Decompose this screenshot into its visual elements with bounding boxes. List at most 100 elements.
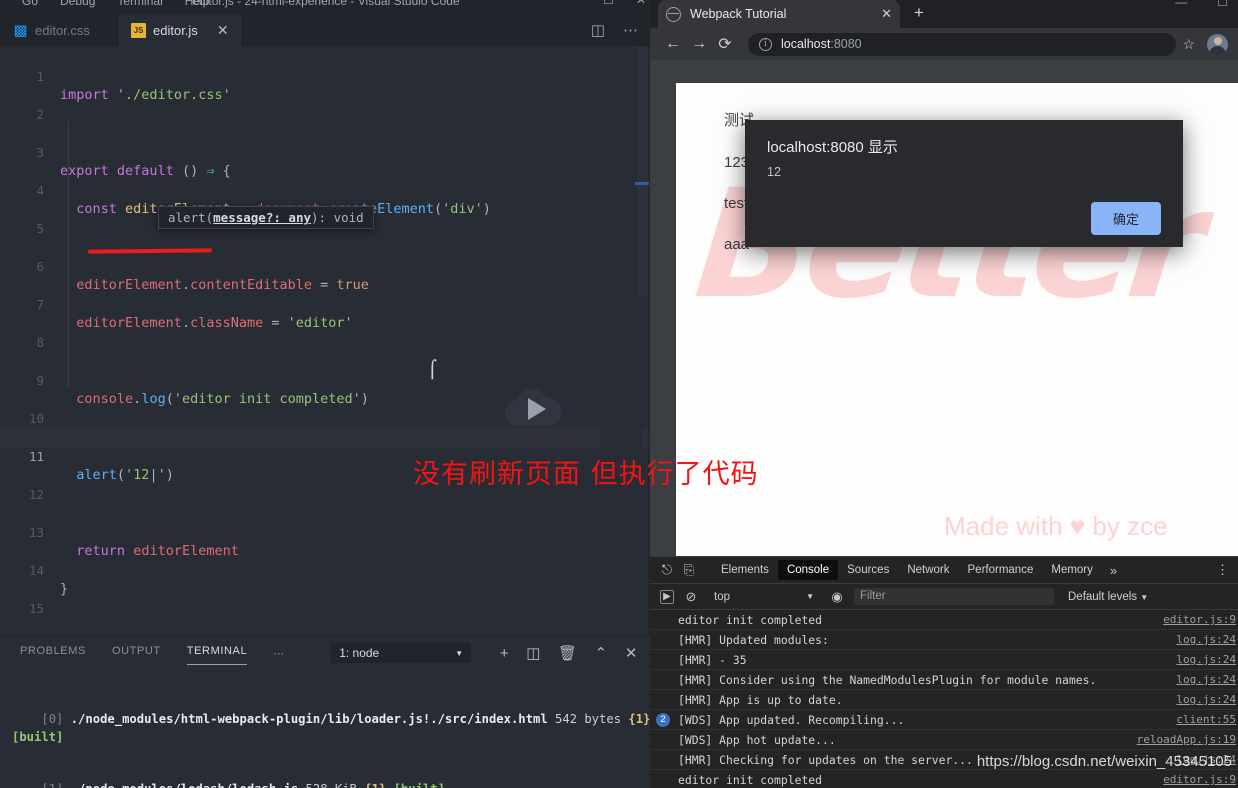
line-number: 6 xyxy=(36,259,44,274)
browser-tabstrip: Webpack Tutorial ✕ + — ☐ xyxy=(650,0,1238,28)
vscode-bottom-panel: PROBLEMS OUTPUT TERMINAL ⋯ 1: node ▼ + ◫… xyxy=(0,635,652,788)
blog-url-watermark: https://blog.csdn.net/weixin_45345105 xyxy=(976,753,1232,770)
console-message-row[interactable]: [HMR] Consider using the NamedModulesPlu… xyxy=(650,670,1238,690)
code-line: 8 xyxy=(0,314,652,350)
panel-tab-terminal[interactable]: TERMINAL xyxy=(186,645,248,665)
console-source-link[interactable]: log.js:24 xyxy=(1176,630,1236,650)
line-number: 9 xyxy=(36,373,44,388)
console-levels-value: Default levels xyxy=(1068,590,1138,603)
maximize-panel-icon[interactable]: ⌃ xyxy=(595,644,608,662)
forward-button[interactable]: → xyxy=(686,35,712,53)
cloud-play-overlay-icon[interactable] xyxy=(503,380,563,437)
line-number: 5 xyxy=(36,221,44,236)
live-expression-eye-icon[interactable]: ◉ xyxy=(826,589,848,605)
console-message-row[interactable]: [HMR] App is up to date. log.js:24 xyxy=(650,690,1238,710)
code-editor[interactable]: 1 import './editor.css' 2 3 export defau… xyxy=(0,46,652,635)
console-message-row[interactable]: editor init completed editor.js:9 xyxy=(650,770,1238,788)
console-source-link[interactable]: log.js:24 xyxy=(1176,670,1236,690)
devtools-menu-icon[interactable]: ⋮ xyxy=(1216,562,1238,578)
console-message-text: [WDS] App updated. Recompiling... xyxy=(678,713,905,727)
chrome-window: Webpack Tutorial ✕ + — ☐ ← → ⟳ i localhos… xyxy=(650,0,1238,788)
panel-actions: + ◫ 🗑 ⌃ ✕ xyxy=(500,644,652,663)
new-terminal-icon[interactable]: + xyxy=(500,645,509,662)
close-icon[interactable]: ✕ xyxy=(881,6,892,22)
editor-tab-label: editor.css xyxy=(35,22,90,38)
console-message-row[interactable]: [HMR] Updated modules: log.js:24 xyxy=(650,630,1238,650)
css-file-icon: ▩ xyxy=(13,21,28,39)
tooltip-suffix: ): void xyxy=(311,210,364,225)
minimize-icon[interactable]: — xyxy=(1175,0,1187,9)
editor-minimap[interactable] xyxy=(600,46,642,635)
more-tabs-icon[interactable]: » xyxy=(1102,563,1125,578)
code-area: 1 import './editor.css' 2 3 export defau… xyxy=(0,46,652,616)
console-message-row[interactable]: [WDS] App hot update... reloadApp.js:19 xyxy=(650,730,1238,750)
line-number: 2 xyxy=(36,107,44,122)
console-sidebar-toggle-icon[interactable]: ▶ xyxy=(660,589,674,604)
code-line: 1 import './editor.css' xyxy=(0,48,652,103)
close-panel-icon[interactable]: ✕ xyxy=(625,644,638,662)
panel-more-icon[interactable]: ⋯ xyxy=(273,647,286,660)
tooltip-param: message?: any xyxy=(213,210,311,225)
reload-button[interactable]: ⟳ xyxy=(712,34,738,54)
bookmark-star-icon[interactable]: ☆ xyxy=(1182,36,1195,53)
editor-tab-editor-css[interactable]: ▩ editor.css xyxy=(0,14,118,46)
tab-memory[interactable]: Memory xyxy=(1042,560,1102,580)
console-source-link[interactable]: log.js:24 xyxy=(1176,650,1236,670)
browser-window-controls[interactable]: — ☐ xyxy=(1145,0,1228,9)
site-info-icon[interactable]: i xyxy=(759,37,772,51)
browser-tab[interactable]: Webpack Tutorial ✕ xyxy=(658,0,900,28)
tab-sources[interactable]: Sources xyxy=(838,560,898,580)
split-editor-icon[interactable]: ◫ xyxy=(591,21,605,39)
terminal-output[interactable]: [0] ./node_modules/html-webpack-plugin/l… xyxy=(0,670,652,788)
alert-message: 12 xyxy=(767,165,781,179)
tab-console[interactable]: Console xyxy=(777,560,839,580)
more-actions-icon[interactable]: ⋯ xyxy=(623,21,638,39)
console-source-link[interactable]: client:55 xyxy=(1176,710,1236,730)
address-bar[interactable]: i localhost:8080 xyxy=(748,32,1177,56)
close-icon[interactable]: ✕ xyxy=(636,0,646,7)
vscode-window-controls[interactable]: ☐ ✕ xyxy=(581,0,646,7)
browser-toolbar: ← → ⟳ i localhost:8080 ☆ xyxy=(650,28,1238,60)
alert-ok-button[interactable]: 确定 xyxy=(1090,202,1161,235)
terminal-select[interactable]: 1: node ▼ xyxy=(331,643,472,663)
console-levels-selector[interactable]: Default levels ▼ xyxy=(1068,591,1148,603)
new-tab-button[interactable]: + xyxy=(908,3,930,23)
maximize-icon[interactable]: ☐ xyxy=(1217,0,1228,9)
split-terminal-icon[interactable]: ◫ xyxy=(526,644,541,662)
console-source-link[interactable]: editor.js:9 xyxy=(1163,770,1236,788)
panel-tab-output[interactable]: OUTPUT xyxy=(112,645,161,662)
line-number: 1 xyxy=(36,69,44,84)
tab-elements[interactable]: Elements xyxy=(712,560,778,580)
console-source-link[interactable]: editor.js:9 xyxy=(1163,610,1236,630)
console-message-row[interactable]: editor init completed editor.js:9 xyxy=(650,610,1238,630)
line-number: 11 xyxy=(28,449,44,464)
chevron-down-icon: ▼ xyxy=(1140,592,1149,602)
console-message-row[interactable]: [HMR] - 35 log.js:24 xyxy=(650,650,1238,670)
line-number: 8 xyxy=(36,335,44,350)
clear-console-icon[interactable]: ⊘ xyxy=(680,589,702,605)
console-source-link[interactable]: reloadApp.js:19 xyxy=(1137,730,1236,750)
panel-header: PROBLEMS OUTPUT TERMINAL ⋯ 1: node ▼ + ◫… xyxy=(0,636,652,670)
terminal-line: [0] ./node_modules/html-webpack-plugin/l… xyxy=(12,712,651,744)
maximize-icon[interactable]: ☐ xyxy=(603,0,614,7)
inspect-element-icon[interactable]: ⎋ xyxy=(656,562,678,578)
panel-tab-problems[interactable]: PROBLEMS xyxy=(20,645,86,662)
line-number: 10 xyxy=(28,411,44,426)
code-line: 2 xyxy=(0,86,652,122)
close-icon[interactable]: ✕ xyxy=(217,22,229,39)
profile-avatar[interactable] xyxy=(1207,33,1228,55)
console-source-link[interactable]: log.js:24 xyxy=(1176,690,1236,710)
javascript-alert-dialog: localhost:8080 显示 12 确定 xyxy=(745,120,1183,247)
console-context-selector[interactable]: top ▼ xyxy=(708,590,820,603)
back-button[interactable]: ← xyxy=(660,35,686,53)
console-filter-bar: ▶ ⊘ top ▼ ◉ Filter Default levels ▼ xyxy=(650,584,1238,610)
code-line: 14 } xyxy=(0,542,652,597)
device-toolbar-icon[interactable]: ⎘ xyxy=(678,562,700,578)
console-message-row[interactable]: 2 [WDS] App updated. Recompiling... clie… xyxy=(650,710,1238,730)
signature-tooltip: alert(message?: any): void xyxy=(158,206,374,229)
console-filter-input[interactable]: Filter xyxy=(854,588,1054,605)
editor-tab-editor-js[interactable]: JS editor.js ✕ xyxy=(118,14,243,46)
kill-terminal-icon[interactable]: 🗑 xyxy=(558,644,578,662)
tab-network[interactable]: Network xyxy=(898,560,958,580)
tab-performance[interactable]: Performance xyxy=(959,560,1043,580)
